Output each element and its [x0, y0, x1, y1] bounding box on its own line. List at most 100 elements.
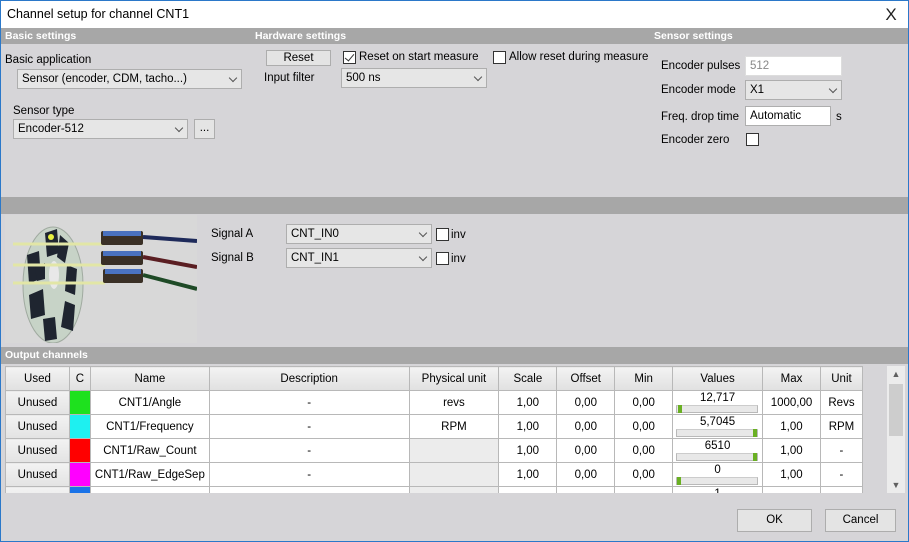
description-cell[interactable]: -: [208, 462, 410, 487]
table-row[interactable]: Unused CNT1/Raw_Count -1,00 0,00 0,00 6510 1,0…: [5, 438, 863, 463]
channel-name-cell[interactable]: [89, 486, 210, 493]
physical-unit-cell[interactable]: [408, 438, 500, 463]
description-cell[interactable]: -: [208, 390, 410, 415]
encoder-zero-label: Encoder zero: [661, 134, 730, 146]
value-level-bar: [676, 429, 758, 437]
min-cell[interactable]: 0,00: [614, 462, 674, 487]
column-header-min[interactable]: Min: [614, 366, 674, 391]
color-swatch[interactable]: [68, 390, 91, 415]
description-cell[interactable]: [208, 486, 410, 493]
table-row[interactable]: Unused CNT1/Angle - revs 1,00 0,00 0,00 12,717 1…: [5, 390, 863, 415]
column-header-offset[interactable]: Offset: [556, 366, 616, 391]
reset-on-start-checkbox[interactable]: [343, 51, 356, 64]
color-swatch[interactable]: [68, 414, 91, 439]
column-header-color[interactable]: C: [68, 366, 91, 391]
physical-unit-cell[interactable]: [408, 486, 500, 493]
max-cell[interactable]: 1,00: [762, 414, 821, 439]
offset-cell[interactable]: 0,00: [556, 438, 616, 463]
sensor-type-more-button[interactable]: ...: [194, 119, 215, 139]
min-cell[interactable]: 0,00: [614, 414, 674, 439]
signal-a-select[interactable]: CNT_IN0: [286, 224, 432, 244]
max-cell[interactable]: 1,00: [762, 462, 821, 487]
description-cell[interactable]: -: [208, 438, 410, 463]
reset-button[interactable]: Reset: [266, 50, 331, 66]
sensor-type-select[interactable]: Encoder-512: [13, 119, 188, 139]
offset-cell[interactable]: 0,00: [556, 414, 616, 439]
max-cell[interactable]: 1,00: [762, 438, 821, 463]
column-header-unit[interactable]: Unit: [819, 366, 863, 391]
min-cell[interactable]: [614, 486, 674, 493]
column-header-values[interactable]: Values: [672, 366, 763, 391]
scale-cell[interactable]: [498, 486, 558, 493]
encoder-zero-checkbox[interactable]: [746, 133, 759, 146]
table-row[interactable]: 1: [5, 486, 863, 493]
value-cell: 12,717: [672, 390, 763, 415]
used-toggle-cell[interactable]: Unused: [5, 390, 70, 415]
basic-application-select[interactable]: Sensor (encoder, CDM, tacho...): [17, 69, 242, 89]
table-row[interactable]: Unused CNT1/Frequency - RPM 1,00 0,00 0,00 5,70…: [5, 414, 863, 439]
used-toggle-cell[interactable]: Unused: [5, 462, 70, 487]
ok-button[interactable]: OK: [737, 509, 812, 532]
unit-cell[interactable]: Revs: [819, 390, 863, 415]
value-level-bar: [676, 477, 758, 485]
input-filter-select[interactable]: 500 ns: [341, 68, 487, 88]
used-toggle-cell[interactable]: Unused: [5, 414, 70, 439]
physical-unit-cell[interactable]: [408, 462, 500, 487]
table-row[interactable]: Unused CNT1/Raw_EdgeSep -1,00 0,00 0,00 0 1,00…: [5, 462, 863, 487]
used-toggle-cell[interactable]: [5, 486, 70, 493]
unit-cell[interactable]: [819, 486, 863, 493]
close-button[interactable]: X: [874, 1, 908, 28]
physical-unit-cell[interactable]: revs: [408, 390, 500, 415]
scroll-down-arrow-icon[interactable]: ▼: [887, 477, 905, 493]
chevron-down-icon: [830, 84, 836, 95]
max-cell[interactable]: [762, 486, 821, 493]
min-cell[interactable]: 0,00: [614, 438, 674, 463]
scale-cell[interactable]: 1,00: [498, 438, 558, 463]
used-toggle-cell[interactable]: Unused: [5, 438, 70, 463]
encoder-disc-icon: [5, 215, 198, 344]
column-header-scale[interactable]: Scale: [498, 366, 558, 391]
offset-cell[interactable]: 0,00: [556, 462, 616, 487]
column-header-name[interactable]: Name: [89, 366, 210, 391]
table-scrollbar[interactable]: ▲ ▼: [887, 366, 905, 493]
signal-b-inv-checkbox[interactable]: [436, 252, 449, 265]
column-header-description[interactable]: Description: [208, 366, 410, 391]
scale-cell[interactable]: 1,00: [498, 462, 558, 487]
unit-cell[interactable]: RPM: [819, 414, 863, 439]
encoder-pulses-field[interactable]: 512: [745, 56, 842, 76]
max-cell[interactable]: 1000,00: [762, 390, 821, 415]
channel-name-cell[interactable]: CNT1/Angle: [89, 390, 210, 415]
allow-reset-checkbox[interactable]: [493, 51, 506, 64]
channel-name-cell[interactable]: CNT1/Frequency: [89, 414, 210, 439]
channel-name-cell[interactable]: CNT1/Raw_EdgeSep: [89, 462, 210, 487]
color-swatch[interactable]: [68, 438, 91, 463]
column-header-physical-unit[interactable]: Physical unit: [408, 366, 500, 391]
signal-a-inv-checkbox[interactable]: [436, 228, 449, 241]
color-swatch[interactable]: [68, 486, 91, 493]
scale-cell[interactable]: 1,00: [498, 414, 558, 439]
channel-setup-dialog: Channel setup for channel CNT1 X Basic s…: [0, 0, 909, 542]
color-swatch[interactable]: [68, 462, 91, 487]
freq-drop-unit: s: [836, 111, 842, 123]
scrollbar-thumb[interactable]: [889, 384, 903, 436]
unit-cell[interactable]: -: [819, 438, 863, 463]
offset-cell[interactable]: 0,00: [556, 390, 616, 415]
offset-cell[interactable]: [556, 486, 616, 493]
scale-cell[interactable]: 1,00: [498, 390, 558, 415]
freq-drop-time-label: Freq. drop time: [661, 111, 739, 123]
column-header-used[interactable]: Used: [5, 366, 70, 391]
encoder-mode-select[interactable]: X1: [745, 80, 842, 100]
channel-name-cell[interactable]: CNT1/Raw_Count: [89, 438, 210, 463]
scroll-up-arrow-icon[interactable]: ▲: [887, 366, 905, 382]
basic-application-value: Sensor (encoder, CDM, tacho...): [22, 73, 187, 85]
description-cell[interactable]: -: [208, 414, 410, 439]
freq-drop-time-field[interactable]: Automatic: [745, 106, 831, 126]
signal-b-select[interactable]: CNT_IN1: [286, 248, 432, 268]
unit-cell[interactable]: -: [819, 462, 863, 487]
value-level-indicator: [677, 477, 682, 485]
column-header-max[interactable]: Max: [762, 366, 821, 391]
physical-unit-cell[interactable]: RPM: [408, 414, 500, 439]
cancel-button[interactable]: Cancel: [825, 509, 896, 532]
signal-b-inv-label: inv: [451, 253, 466, 265]
min-cell[interactable]: 0,00: [614, 390, 674, 415]
